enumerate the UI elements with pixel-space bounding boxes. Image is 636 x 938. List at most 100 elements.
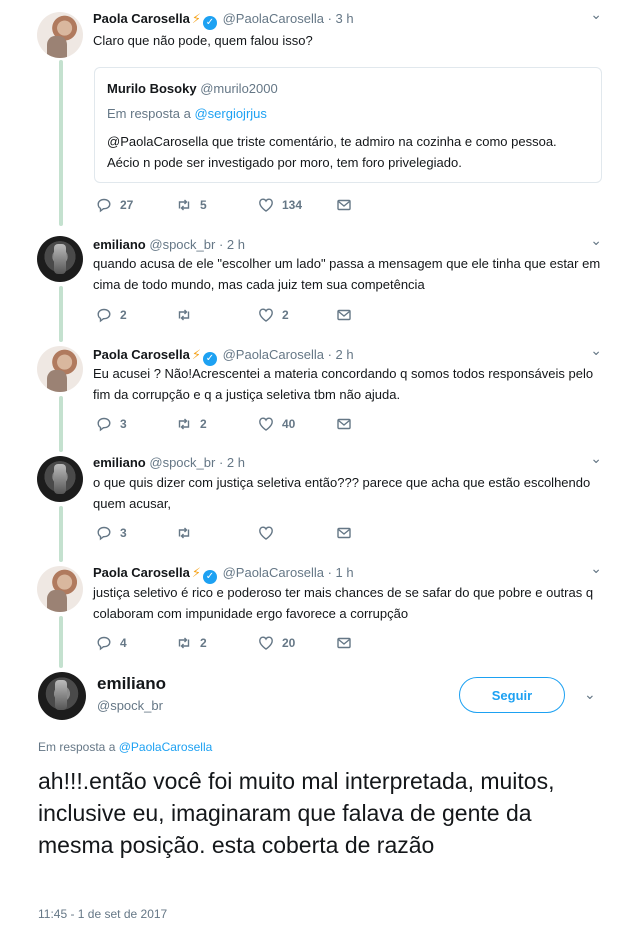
avatar[interactable]	[37, 346, 83, 392]
like-count: 2	[282, 308, 289, 322]
quote-text: @PaolaCarosella que triste comentário, t…	[107, 134, 557, 170]
chevron-down-icon[interactable]: ⌄	[590, 450, 602, 467]
separator-dot: ·	[327, 11, 332, 26]
retweet-count: 2	[200, 636, 207, 650]
like-count: 134	[282, 198, 303, 212]
author-handle[interactable]: @spock_br	[149, 455, 215, 470]
avatar[interactable]	[38, 672, 86, 720]
tweet-time[interactable]: 2 h	[227, 455, 245, 470]
heart-icon	[259, 308, 273, 322]
like-button[interactable]	[258, 525, 282, 541]
retweet-button[interactable]: 2	[176, 635, 207, 651]
bolt-icon: ⚡	[191, 11, 201, 26]
retweet-count: 5	[200, 198, 207, 212]
quote-author-handle: @murilo2000	[200, 81, 278, 96]
envelope-icon	[337, 199, 351, 211]
author-handle[interactable]: @spock_br	[149, 237, 215, 252]
envelope-icon	[337, 309, 351, 321]
thread-tweet[interactable]: Paola Carosella ⚡ ✓ @PaolaCarosella · 1 h …	[0, 556, 636, 664]
chevron-down-icon[interactable]: ⌄	[590, 232, 602, 249]
follow-button[interactable]: Seguir	[459, 677, 565, 713]
reply-count: 2	[120, 308, 127, 322]
author-name[interactable]: Paola Carosella	[93, 347, 190, 362]
thread-tweet[interactable]: emiliano @spock_br · 2 h ⌄ o que quis di…	[0, 446, 636, 556]
author-handle[interactable]: @PaolaCarosella	[223, 565, 324, 580]
like-button[interactable]: 40	[258, 416, 295, 432]
thread-tweet[interactable]: Paola Carosella ⚡ ✓ @PaolaCarosella · 2 h …	[0, 336, 636, 446]
verified-icon: ✓	[202, 16, 217, 30]
reply-icon	[97, 526, 111, 541]
main-author-handle[interactable]: @spock_br	[97, 698, 163, 713]
author-name[interactable]: Paola Carosella	[93, 11, 190, 26]
message-button[interactable]	[336, 635, 352, 651]
heart-icon	[259, 526, 273, 540]
retweet-icon	[178, 199, 190, 211]
separator-dot: ·	[218, 455, 224, 470]
main-tweet-text: ah!!!.então você foi muito mal interpret…	[38, 768, 555, 858]
thread-tweet[interactable]: emiliano @spock_br · 2 h ⌄ quando acusa …	[0, 226, 636, 336]
tweet-timestamp[interactable]: 11:45 - 1 de set de 2017	[38, 907, 167, 921]
tweet-header: Paola Carosella ⚡ ✓ @PaolaCarosella · 1 h	[93, 564, 354, 584]
message-button[interactable]	[336, 525, 352, 541]
author-name[interactable]: Paola Carosella	[93, 565, 190, 580]
message-button[interactable]	[336, 197, 352, 213]
author-handle[interactable]: @PaolaCarosella	[223, 347, 324, 362]
reply-to-link[interactable]: @sergiojrjus	[194, 106, 266, 121]
retweet-button[interactable]: 5	[176, 197, 207, 213]
tweet-text: Eu acusei ? Não!Acrescentei a materia co…	[93, 366, 594, 402]
tweet-time[interactable]: 3 h	[336, 11, 354, 26]
main-author-name[interactable]: emiliano	[97, 674, 166, 694]
reply-button[interactable]: 3	[96, 416, 127, 432]
retweet-button[interactable]	[176, 307, 200, 323]
reply-icon	[97, 198, 111, 213]
like-button[interactable]: 2	[258, 307, 289, 323]
retweet-button[interactable]: 2	[176, 416, 207, 432]
separator-dot: ·	[218, 237, 224, 252]
reply-context: Em resposta a @PaolaCarosella	[38, 740, 212, 754]
author-name[interactable]: emiliano	[93, 237, 146, 252]
reply-icon	[97, 636, 111, 651]
quoted-tweet[interactable]: Murilo Bosoky @murilo2000 Em resposta a …	[94, 67, 602, 183]
chevron-down-icon[interactable]: ⌄	[590, 560, 602, 577]
retweet-icon	[178, 637, 190, 649]
tweet-time[interactable]: 2 h	[227, 237, 245, 252]
envelope-icon	[337, 527, 351, 539]
reply-button[interactable]: 3	[96, 525, 127, 541]
envelope-icon	[337, 637, 351, 649]
author-handle[interactable]: @PaolaCarosella	[223, 11, 324, 26]
reply-icon	[97, 308, 111, 323]
author-name[interactable]: emiliano	[93, 455, 146, 470]
avatar[interactable]	[37, 566, 83, 612]
heart-icon	[259, 636, 273, 650]
chevron-down-icon[interactable]: ⌄	[590, 342, 602, 359]
reply-button[interactable]: 2	[96, 307, 127, 323]
reply-button[interactable]: 27	[96, 197, 133, 213]
like-count: 20	[282, 636, 296, 650]
reply-button[interactable]: 4	[96, 635, 127, 651]
quote-header: Murilo Bosoky @murilo2000	[107, 80, 589, 97]
reply-to-link[interactable]: @PaolaCarosella	[119, 740, 213, 754]
message-button[interactable]	[336, 416, 352, 432]
tweet-header: emiliano @spock_br · 2 h	[93, 236, 245, 253]
chevron-down-icon[interactable]: ⌄	[584, 686, 596, 703]
tweet-text: Claro que não pode, quem falou isso?	[93, 33, 313, 48]
reply-prefix: Em resposta a	[38, 740, 116, 754]
chevron-down-icon[interactable]: ⌄	[590, 6, 602, 23]
message-button[interactable]	[336, 307, 352, 323]
heart-icon	[259, 417, 273, 431]
tweet-time[interactable]: 2 h	[336, 347, 354, 362]
avatar[interactable]	[37, 12, 83, 58]
bolt-icon: ⚡	[191, 347, 201, 362]
retweet-button[interactable]	[176, 525, 200, 541]
tweet-time[interactable]: 1 h	[336, 565, 354, 580]
avatar[interactable]	[37, 456, 83, 502]
like-button[interactable]: 20	[258, 635, 295, 651]
like-button[interactable]: 134	[258, 197, 302, 213]
tweet-header: Paola Carosella ⚡ ✓ @PaolaCarosella · 3 h	[93, 10, 354, 30]
reply-prefix: Em resposta a	[107, 106, 191, 121]
retweet-icon	[178, 527, 190, 539]
avatar[interactable]	[37, 236, 83, 282]
thread-tweet[interactable]: Paola Carosella ⚡ ✓ @PaolaCarosella · 3 h …	[0, 0, 636, 226]
bolt-icon: ⚡	[191, 565, 201, 580]
like-count: 40	[282, 417, 296, 431]
